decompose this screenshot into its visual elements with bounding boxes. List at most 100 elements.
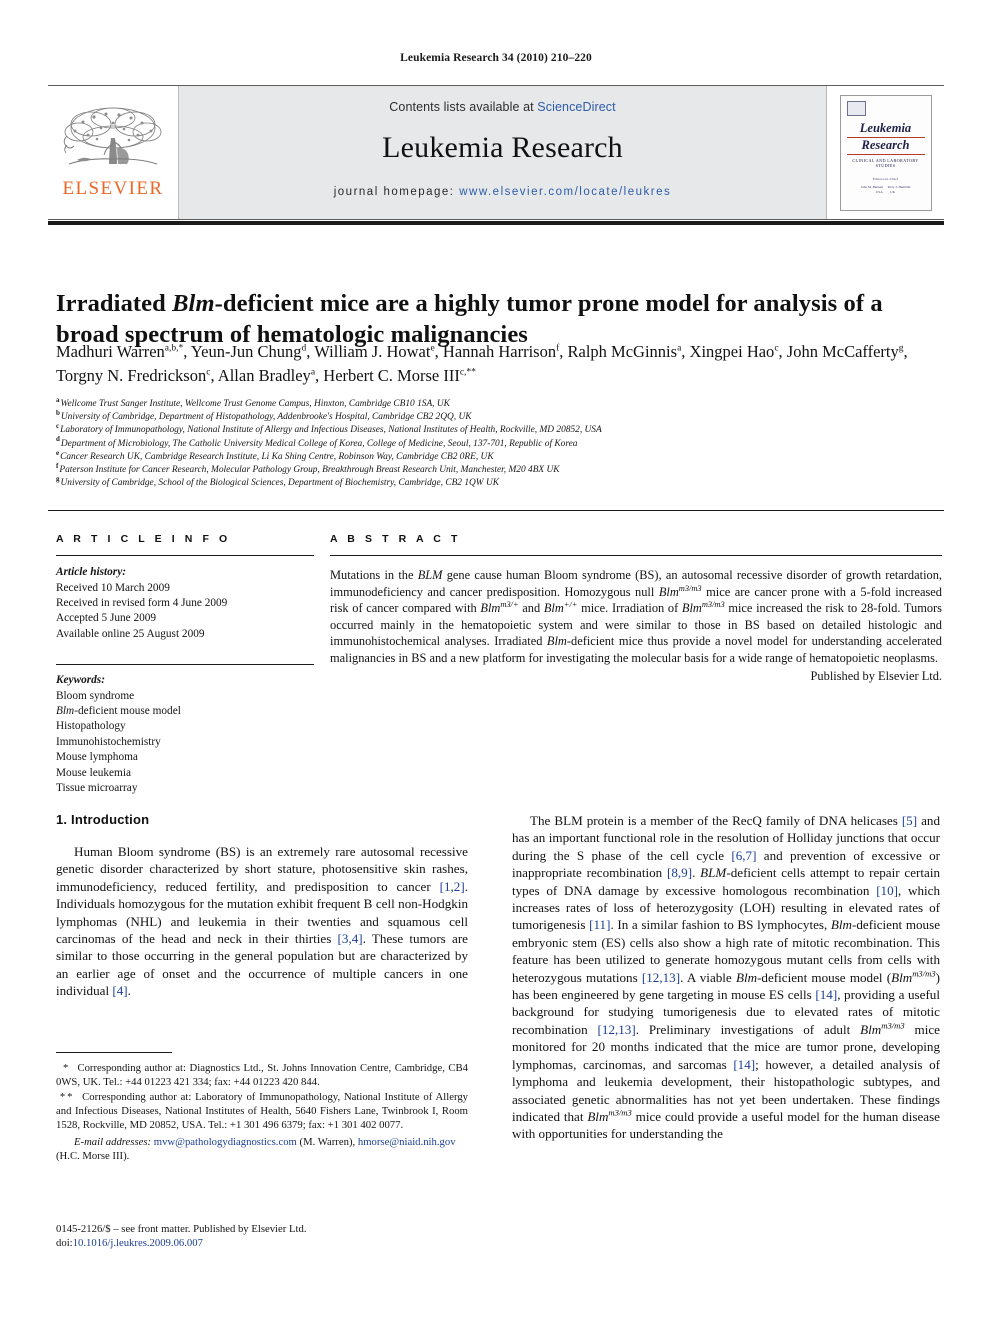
author-name: Madhuri Warren: [56, 342, 165, 361]
citation-1-2[interactable]: [1,2]: [440, 879, 465, 894]
citation-4[interactable]: [4]: [112, 983, 127, 998]
author-name: Allan Bradley: [217, 366, 311, 385]
email-link-1[interactable]: mvw@pathologydiagnostics.com: [154, 1136, 297, 1148]
cover-editor-2-name: Terry J. Hamblin: [887, 185, 911, 190]
abstract-heading: A B S T R A C T: [330, 533, 461, 545]
doi-link[interactable]: 10.1016/j.leukres.2009.06.007: [73, 1237, 203, 1249]
author-name: Torgny N. Fredrickson: [56, 366, 207, 385]
keyword-item: Mouse lymphoma: [56, 751, 138, 764]
footnote-divider: [56, 1052, 172, 1054]
author-name: John McCafferty: [786, 342, 899, 361]
article-history-item: Accepted 5 June 2009: [56, 612, 157, 625]
intro-paragraph-2: The BLM protein is a member of the RecQ …: [512, 813, 941, 1142]
affiliation-text: Paterson Institute for Cancer Research, …: [59, 465, 560, 476]
footnote-block: * Corresponding author at: Diagnostics L…: [56, 1052, 468, 1164]
keyword-item: Immunohistochemistry: [56, 735, 161, 748]
citation-14[interactable]: [14]: [815, 987, 837, 1002]
homepage-url-link[interactable]: www.elsevier.com/locate/leukres: [459, 186, 671, 198]
header-divider: [48, 221, 944, 225]
author-affiliation-marker: a: [310, 367, 316, 378]
publisher-logo: ELSEVIER: [48, 86, 179, 219]
citation-8-9[interactable]: [8,9]: [667, 865, 692, 880]
body-column-left: 1. Introduction Human Bloom syndrome (BS…: [56, 812, 468, 1000]
author-name: Hannah Harrison: [442, 342, 557, 361]
article-history-block: Article history: Received 10 March 2009 R…: [56, 565, 314, 642]
abstract-publisher-line: Published by Elsevier Ltd.: [810, 668, 942, 683]
doi-line: doi:10.1016/j.leukres.2009.06.007: [56, 1236, 468, 1250]
citation-5[interactable]: [5]: [902, 813, 917, 828]
abstract-text: Mutations in the BLM gene cause human Bl…: [330, 568, 943, 666]
corresponding-mark-1: *: [63, 1062, 71, 1075]
affiliation-line: gUniversity of Cambridge, School of the …: [56, 476, 946, 490]
info-section-divider: [48, 510, 944, 512]
author-name: William J. Howat: [314, 342, 431, 361]
author-affiliation-marker: g: [898, 343, 904, 354]
keyword-item: Tissue microarray: [56, 782, 138, 795]
citation-10[interactable]: [10]: [876, 883, 898, 898]
journal-homepage-line: journal homepage: www.elsevier.com/locat…: [334, 186, 672, 198]
corresponding-author-2: ** Corresponding author at: Laboratory o…: [56, 1090, 468, 1133]
citation-3-4[interactable]: [3,4]: [338, 931, 363, 946]
affiliation-line: fPaterson Institute for Cancer Research,…: [56, 462, 946, 477]
title-prefix: Irradiated: [56, 290, 173, 318]
journal-title: Leukemia Research: [382, 131, 623, 164]
keywords-rule: [56, 664, 314, 666]
affiliation-line: eCancer Research UK, Cambridge Research …: [56, 449, 946, 464]
cover-editor-2-loc: UK: [890, 190, 896, 195]
cover-editor-1-name: John M. Bennett: [860, 185, 884, 190]
section-heading-introduction: 1. Introduction: [56, 812, 150, 827]
affiliation-text: University of Cambridge, Department of H…: [60, 412, 472, 423]
intro-paragraph-1: Human Bloom syndrome (BS) is an extremel…: [56, 844, 468, 999]
citation-14-b[interactable]: [14]: [733, 1057, 755, 1072]
cover-editors: Editors-in-Chief John M. Bennett Terry J…: [847, 177, 925, 195]
author-name: Ralph McGinnis: [567, 342, 678, 361]
journal-cover-slot: Leukemia Research CLINICAL AND LABORATOR…: [826, 86, 944, 219]
journal-article-page: Leukemia Research 34 (2010) 210–220 ELSE…: [0, 0, 992, 1323]
affiliation-list: aWellcome Trust Sanger Institute, Wellco…: [56, 396, 946, 490]
keywords-lines: Bloom syndrome Blm-deficient mouse model H…: [56, 689, 314, 797]
abstract-column: A B S T R A C T Mutations in the BLM gen…: [330, 533, 942, 684]
affiliation-text: Laboratory of Immunopathology, National …: [60, 425, 602, 436]
cover-elsevier-mark-icon: [846, 100, 866, 116]
front-matter-line: 0145-2126/$ – see front matter. Publishe…: [56, 1223, 307, 1235]
author-name: Yeun-Jun Chung: [190, 342, 302, 361]
sciencedirect-link[interactable]: ScienceDirect: [537, 100, 615, 114]
citation-11[interactable]: [11]: [589, 917, 610, 932]
colophon-block: 0145-2126/$ – see front matter. Publishe…: [56, 1222, 468, 1251]
citation-12-13[interactable]: [12,13]: [642, 970, 680, 985]
corresponding-text-2: Corresponding author at: Laboratory of I…: [56, 1090, 469, 1131]
article-history-lines: Received 10 March 2009 Received in revise…: [56, 581, 314, 643]
journal-cover-thumbnail: Leukemia Research CLINICAL AND LABORATOR…: [839, 94, 932, 211]
author-affiliation-marker: c,**: [459, 367, 476, 378]
abstract-rule: [330, 555, 942, 557]
article-info-heading: A R T I C L E I N F O: [56, 533, 231, 545]
corresponding-text-1: Corresponding author at: Diagnostics Ltd…: [56, 1062, 468, 1089]
corresponding-mark-2: **: [59, 1090, 75, 1103]
article-history-item: Received in revised form 4 June 2009: [56, 596, 228, 609]
keywords-block: Keywords: Bloom syndrome Blm-deficient mo…: [56, 673, 314, 796]
author-affiliation-marker: c: [774, 343, 779, 354]
article-info-rule: [56, 555, 314, 557]
cover-title-line1: Leukemia: [859, 120, 912, 135]
article-history-item: Received 10 March 2009: [56, 581, 170, 594]
email-owner-2: (H.C. Morse III).: [56, 1150, 130, 1163]
article-info-column: A R T I C L E I N F O Article history: R…: [56, 533, 314, 796]
email-link-2[interactable]: hmorse@niaid.nih.gov: [358, 1136, 456, 1148]
email-owner-1: (M. Warren),: [299, 1136, 356, 1149]
citation-6-7[interactable]: [6,7]: [731, 848, 756, 863]
affiliation-text: University of Cambridge, School of the B…: [60, 478, 499, 489]
corresponding-author-1: * Corresponding author at: Diagnostics L…: [56, 1061, 468, 1089]
cover-subtitle: CLINICAL AND LABORATORY STUDIES: [852, 158, 919, 169]
keywords-label: Keywords:: [56, 674, 105, 687]
keyword-item: Mouse leukemia: [56, 766, 131, 779]
homepage-label: journal homepage:: [333, 186, 455, 198]
cover-title-line2: Research: [861, 138, 910, 153]
citation-12-13-b[interactable]: [12,13]: [598, 1022, 636, 1037]
running-head: Leukemia Research 34 (2010) 210–220: [400, 52, 592, 64]
affiliation-line: aWellcome Trust Sanger Institute, Wellco…: [56, 396, 946, 411]
keyword-item: Blm-deficient mouse model: [56, 705, 181, 718]
affiliation-text: Wellcome Trust Sanger Institute, Wellcom…: [60, 399, 450, 409]
contents-prefix: Contents lists available at: [389, 100, 534, 114]
email-addresses: E-mail addresses: mvw@pathologydiagnosti…: [56, 1135, 468, 1163]
cover-editors-header: Editors-in-Chief: [872, 177, 899, 182]
